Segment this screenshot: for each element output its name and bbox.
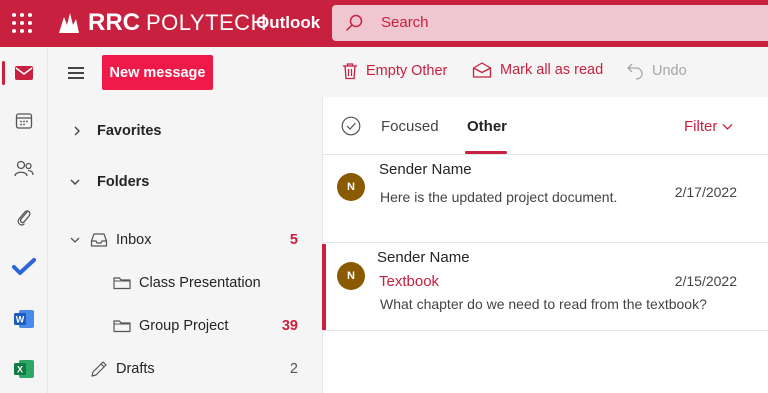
folder-group-folders[interactable]: Folders <box>48 166 322 198</box>
envelope-open-icon <box>472 62 492 78</box>
inbox-pivot: Focused Other Filter <box>323 97 768 155</box>
chevron-down-icon[interactable] <box>70 235 80 245</box>
pencil-icon <box>91 361 107 377</box>
filter-label: Filter <box>684 118 718 135</box>
chevron-down-icon <box>70 179 80 185</box>
folder-icon <box>113 277 131 290</box>
todo-icon <box>12 258 36 275</box>
search-icon <box>346 14 363 31</box>
chevron-down-icon <box>722 123 733 130</box>
filter-button[interactable]: Filter <box>684 118 733 135</box>
folders-label: Folders <box>97 174 150 190</box>
message-subject: Textbook <box>379 273 440 290</box>
undo-icon <box>627 63 643 80</box>
message-list: Focused Other Filter N Sender Name Here … <box>322 97 768 393</box>
folder-group-favorites[interactable]: Favorites <box>48 115 322 147</box>
message-date: 2/15/2022 <box>674 273 737 289</box>
rail-files[interactable] <box>0 193 48 241</box>
command-bar: Empty Other Mark all as read Undo <box>322 47 768 97</box>
word-icon: W <box>14 310 34 328</box>
avatar: N <box>337 173 365 201</box>
search-input[interactable]: Search <box>381 14 429 31</box>
flame-logo-icon <box>59 13 79 33</box>
select-all-checkmark-icon[interactable] <box>341 116 361 136</box>
message-date: 2/17/2022 <box>674 184 737 200</box>
rail-todo[interactable] <box>0 243 48 291</box>
sender-name: Sender Name <box>379 161 472 178</box>
folder-item-group-project[interactable]: Group Project 39 <box>48 310 322 342</box>
mail-icon <box>15 66 33 80</box>
folder-label: Group Project <box>139 318 229 334</box>
message-preview: Here is the updated project document. <box>380 189 618 205</box>
empty-folder-button[interactable]: Empty Other <box>342 62 447 80</box>
message-item[interactable]: N Sender Name Here is the updated projec… <box>323 156 768 243</box>
excel-icon: X <box>14 360 34 378</box>
tab-focused[interactable]: Focused <box>381 118 439 135</box>
svg-text:X: X <box>17 365 23 375</box>
search-box[interactable]: Search <box>332 5 768 41</box>
app-rail: W X <box>0 47 48 393</box>
item-count: 2 <box>289 361 298 377</box>
message-preview: What chapter do we need to read from the… <box>380 296 707 312</box>
unread-count: 5 <box>289 232 298 248</box>
top-bar: RRC POLYTECH Outlook Search <box>0 0 768 47</box>
folder-label: Inbox <box>116 232 152 248</box>
active-tab-indicator <box>465 151 507 154</box>
message-item[interactable]: N Sender Name Textbook 2/15/2022 What ch… <box>322 244 768 331</box>
folder-label: Drafts <box>116 361 155 377</box>
unread-count: 39 <box>281 318 298 334</box>
folder-item-drafts[interactable]: Drafts 2 <box>48 353 322 385</box>
brand-logo[interactable]: RRC POLYTECH <box>56 8 267 38</box>
folder-item-inbox[interactable]: Inbox 5 <box>48 224 322 256</box>
rail-excel[interactable]: X <box>0 345 48 393</box>
trash-icon <box>343 63 357 80</box>
calendar-icon <box>15 113 33 129</box>
undo-button[interactable]: Undo <box>626 62 687 80</box>
folder-icon <box>113 320 131 333</box>
folder-label: Class Presentation <box>139 275 261 291</box>
favorites-label: Favorites <box>97 123 162 139</box>
rail-calendar[interactable] <box>0 97 48 145</box>
brand-rrc-text: RRC <box>88 9 140 36</box>
avatar: N <box>337 262 365 290</box>
mark-all-read-button[interactable]: Mark all as read <box>472 62 603 78</box>
new-message-button[interactable]: New message <box>102 55 213 90</box>
app-name[interactable]: Outlook <box>256 13 320 33</box>
brand-polytech-text: POLYTECH <box>146 10 267 35</box>
mark-all-read-label: Mark all as read <box>500 62 604 78</box>
rail-word[interactable]: W <box>0 295 48 343</box>
tab-other[interactable]: Other <box>467 118 507 135</box>
inbox-icon <box>90 233 108 247</box>
rail-mail[interactable] <box>0 49 48 97</box>
empty-folder-label: Empty Other <box>366 63 448 79</box>
attach-icon <box>17 210 31 226</box>
folder-item-class-presentation[interactable]: Class Presentation <box>48 267 322 299</box>
svg-text:W: W <box>16 315 25 325</box>
app-launcher-icon[interactable] <box>12 13 32 33</box>
folder-pane: New message Favorites Folders Inbox 5 Cl… <box>48 47 322 393</box>
people-icon <box>14 160 34 177</box>
undo-label: Undo <box>652 63 687 79</box>
hamburger-menu-icon[interactable] <box>68 67 84 79</box>
rail-people[interactable] <box>0 145 48 193</box>
chevron-right-icon <box>74 126 80 136</box>
sender-name: Sender Name <box>377 249 470 266</box>
